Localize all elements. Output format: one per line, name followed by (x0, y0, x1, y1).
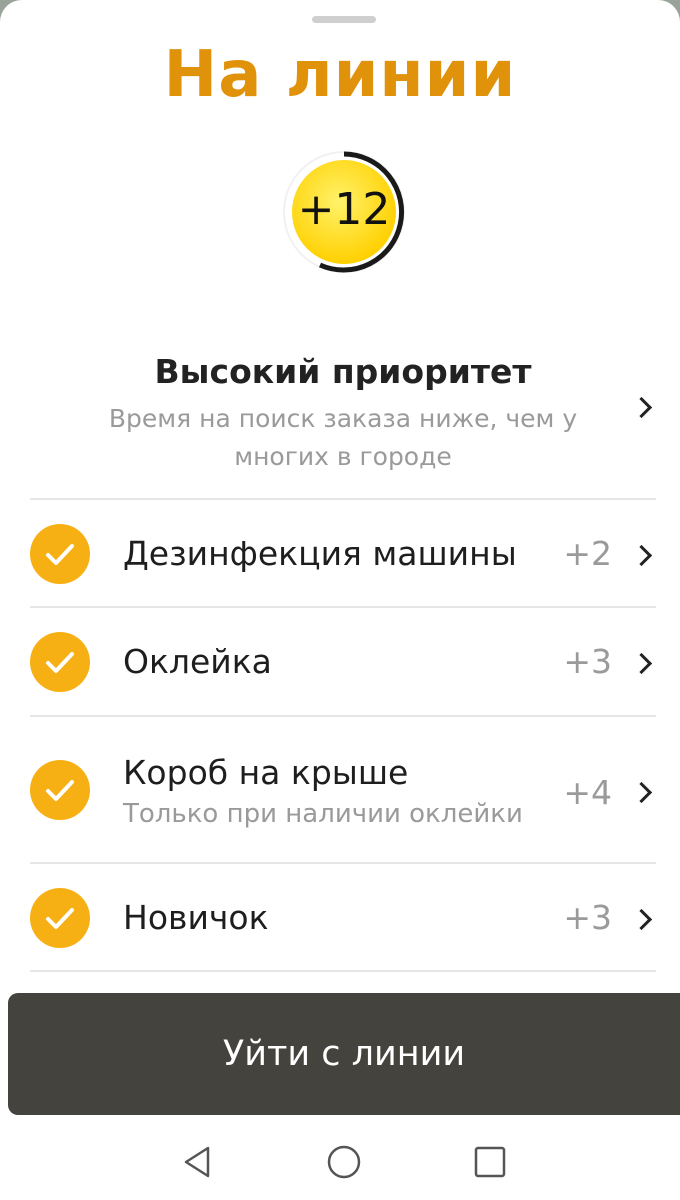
checkmark-icon (30, 760, 90, 820)
recents-icon[interactable] (470, 1142, 510, 1182)
checkmark-icon (30, 632, 90, 692)
list-item-wrapping[interactable]: Оклейка +3 (30, 608, 656, 714)
list-item-label: Дезинфекция машины (123, 534, 517, 573)
chevron-right-icon (630, 396, 653, 419)
status-title: На линии (163, 38, 517, 112)
list-item-label: Новичок (123, 898, 269, 937)
system-navigation-bar (0, 1120, 680, 1200)
checkmark-icon (30, 524, 90, 584)
priority-points-badge: +12 (282, 148, 412, 278)
list-item-disinfection[interactable]: Дезинфекция машины +2 (30, 500, 656, 606)
bottom-sheet: На линии +12 Высокий приоритет Время на … (0, 0, 680, 1120)
high-priority-row[interactable]: Высокий приоритет Время на поиск заказа … (30, 340, 656, 498)
sheet-grabber-handle[interactable] (312, 16, 376, 23)
chevron-right-icon (630, 781, 653, 804)
list-item-points: +3 (563, 642, 612, 681)
home-icon[interactable] (324, 1142, 364, 1182)
back-icon[interactable] (178, 1142, 218, 1182)
go-offline-button[interactable]: Уйти с линии (8, 993, 680, 1115)
list-item-points: +3 (563, 898, 612, 937)
list-item-subtitle: Только при наличии оклейки (123, 799, 523, 829)
list-item-roof-box[interactable]: Короб на крыше Только при наличии оклейк… (30, 717, 656, 863)
checkmark-icon (30, 888, 90, 948)
chevron-right-icon (630, 908, 653, 931)
list-item-newbie[interactable]: Новичок +3 (30, 864, 656, 970)
list-item-label: Оклейка (123, 642, 272, 681)
list-item-label: Короб на крыше (123, 753, 409, 792)
chevron-right-icon (630, 544, 653, 567)
list-item-points: +2 (563, 534, 612, 573)
priority-subtitle: Время на поиск заказа ниже, чем у многих… (108, 404, 578, 471)
priority-title: Высокий приоритет (154, 352, 532, 391)
chevron-right-icon (630, 652, 653, 675)
list-item-points: +4 (563, 773, 612, 812)
badge-value: +12 (297, 184, 391, 235)
divider (30, 970, 656, 972)
